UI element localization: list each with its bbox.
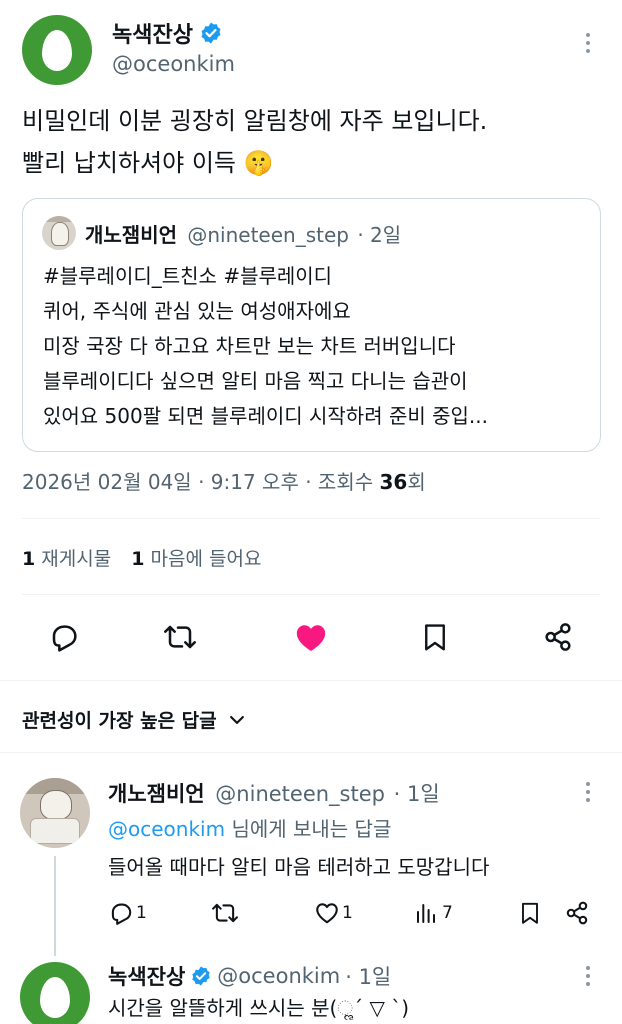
- cat-photo-icon: [51, 222, 69, 246]
- reply-to-line: @oceonkim 님에게 보내는 답글: [108, 811, 391, 847]
- quoted-line: 블루레이디다 싶으면 알티 마음 찍고 다니는 습관이: [43, 369, 468, 393]
- reply-author-name[interactable]: 개노잼비언: [108, 782, 205, 806]
- reply-action-repost[interactable]: [212, 900, 238, 930]
- view-count: 36: [379, 470, 408, 494]
- quoted-line: 퀴어, 주식에 관심 있는 여성애자에요: [43, 299, 351, 323]
- share-button[interactable]: [538, 617, 578, 657]
- views-chart-icon: [417, 904, 435, 923]
- reply-to-suffix: 님에게 보내는 답글: [231, 817, 392, 841]
- chevron-down-icon: [229, 715, 244, 724]
- divider: [0, 752, 622, 753]
- post-timestamp: 2026년 02월 04일 · 9:17 오후 · 조회수 36회: [22, 466, 426, 495]
- shushing-face-emoji: 🤫: [243, 149, 274, 177]
- verified-badge-icon: [201, 22, 221, 44]
- timestamp-text[interactable]: 2026년 02월 04일 · 9:17 오후 · 조회수: [22, 470, 373, 494]
- reply-author-row: 녹색잔상 @oceonkim · 1일: [108, 962, 391, 990]
- heart-outline-icon: [316, 903, 338, 924]
- reply-sort-selector[interactable]: 관련성이 가장 높은 답글: [22, 706, 247, 733]
- reply-like-count: 1: [342, 903, 353, 923]
- post-text-line-2-content: 빨리 납치하셔야 이득: [22, 149, 236, 177]
- reply-author-row: 개노잼비언 @nineteen_step · 1일: [108, 778, 440, 808]
- reply-avatar[interactable]: [20, 962, 90, 1024]
- quoted-post-card[interactable]: 개노잼비언 @nineteen_step · 2일 #블루레이디_트친소 #블루…: [22, 198, 601, 452]
- reply-author-handle[interactable]: @oceonkim: [217, 964, 340, 988]
- reposts-stat[interactable]: 1 재게시물: [22, 548, 117, 570]
- quoted-avatar: [42, 216, 76, 250]
- bookmark-button[interactable]: [415, 617, 455, 657]
- reply-author-handle[interactable]: @nineteen_step: [215, 782, 385, 806]
- author-name[interactable]: 녹색잔상: [112, 17, 193, 49]
- quoted-line: #블루레이디_트친소 #블루레이디: [43, 264, 333, 288]
- quoted-time: · 2일: [357, 223, 402, 247]
- reply-icon: [111, 903, 132, 925]
- reply-author-name[interactable]: 녹색잔상: [108, 961, 185, 991]
- author-avatar[interactable]: [22, 15, 92, 85]
- more-options-icon[interactable]: [578, 28, 598, 58]
- bookmark-icon: [425, 624, 445, 651]
- post-text-line-1: 비밀인데 이분 굉장히 알림창에 자주 보입니다.: [22, 107, 488, 135]
- quoted-line: 미장 국장 다 하고요 차트만 보는 차트 러버입니다: [43, 334, 456, 358]
- egg-avatar-icon: [40, 976, 70, 1018]
- quoted-author-handle: @nineteen_step: [187, 223, 349, 247]
- reply-action-like[interactable]: 1: [314, 900, 353, 926]
- divider: [22, 594, 600, 595]
- reply-avatar[interactable]: [20, 778, 90, 848]
- bookmark-icon: [522, 902, 538, 924]
- quoted-author-name: 개노잼비언: [85, 223, 177, 247]
- divider: [0, 680, 622, 681]
- view-count-suffix: 회: [407, 470, 426, 494]
- post-text: 비밀인데 이분 굉장히 알림창에 자주 보입니다. 빨리 납치하셔야 이득 🤫: [22, 100, 602, 184]
- reply-action-share[interactable]: [564, 900, 590, 930]
- reply-view-count: 7: [442, 903, 453, 923]
- author-name-row: 녹색잔상: [112, 18, 223, 48]
- reply-time: · 1일: [345, 965, 392, 989]
- author-handle[interactable]: @oceonkim: [112, 52, 235, 76]
- reply-count: 1: [136, 903, 147, 923]
- reply-text: 시간을 알뜰하게 쓰시는 분(ૢ´ ▽ `): [108, 996, 409, 1020]
- likes-label: 마음에 들어요: [150, 548, 262, 570]
- heart-icon: [296, 625, 326, 652]
- reply-text: 들어올 때마다 알티 마음 테러하고 도망갑니다: [108, 855, 490, 879]
- post-text-line-2: 빨리 납치하셔야 이득 🤫: [22, 142, 602, 184]
- share-icon: [566, 901, 588, 925]
- reply-sort-label: 관련성이 가장 높은 답글: [22, 710, 217, 732]
- egg-avatar-icon: [42, 29, 72, 71]
- reposts-label: 재게시물: [41, 548, 112, 570]
- repost-icon: [212, 903, 238, 923]
- like-button[interactable]: [290, 617, 332, 659]
- repost-icon: [164, 625, 196, 649]
- reposts-count: 1: [22, 548, 36, 570]
- quoted-text: #블루레이디_트친소 #블루레이디 퀴어, 주식에 관심 있는 여성애자에요 미…: [43, 259, 593, 434]
- reply-action-bookmark[interactable]: [518, 900, 542, 930]
- quoted-author-row: 개노잼비언 @nineteen_step · 2일: [85, 219, 401, 248]
- repost-button[interactable]: [160, 617, 200, 657]
- more-options-icon[interactable]: [578, 962, 598, 990]
- reply-time: · 1일: [393, 782, 440, 806]
- reply-button[interactable]: [44, 617, 84, 657]
- more-options-icon[interactable]: [578, 778, 598, 806]
- mention-link[interactable]: @oceonkim: [108, 817, 225, 841]
- likes-count: 1: [131, 548, 145, 570]
- reply-icon: [52, 625, 77, 652]
- reply-action-views[interactable]: 7: [414, 900, 453, 926]
- share-icon: [545, 623, 571, 651]
- verified-badge-icon: [192, 966, 210, 986]
- quoted-line: 있어요 500팔 되면 블루레이디 시작하려 준비 중입...: [43, 404, 488, 428]
- divider: [22, 518, 600, 519]
- post-stats: 1 재게시물 1 마음에 들어요: [22, 544, 261, 571]
- reply-action-reply[interactable]: 1: [108, 900, 147, 926]
- thread-line: [54, 856, 56, 956]
- likes-stat[interactable]: 1 마음에 들어요: [131, 548, 261, 570]
